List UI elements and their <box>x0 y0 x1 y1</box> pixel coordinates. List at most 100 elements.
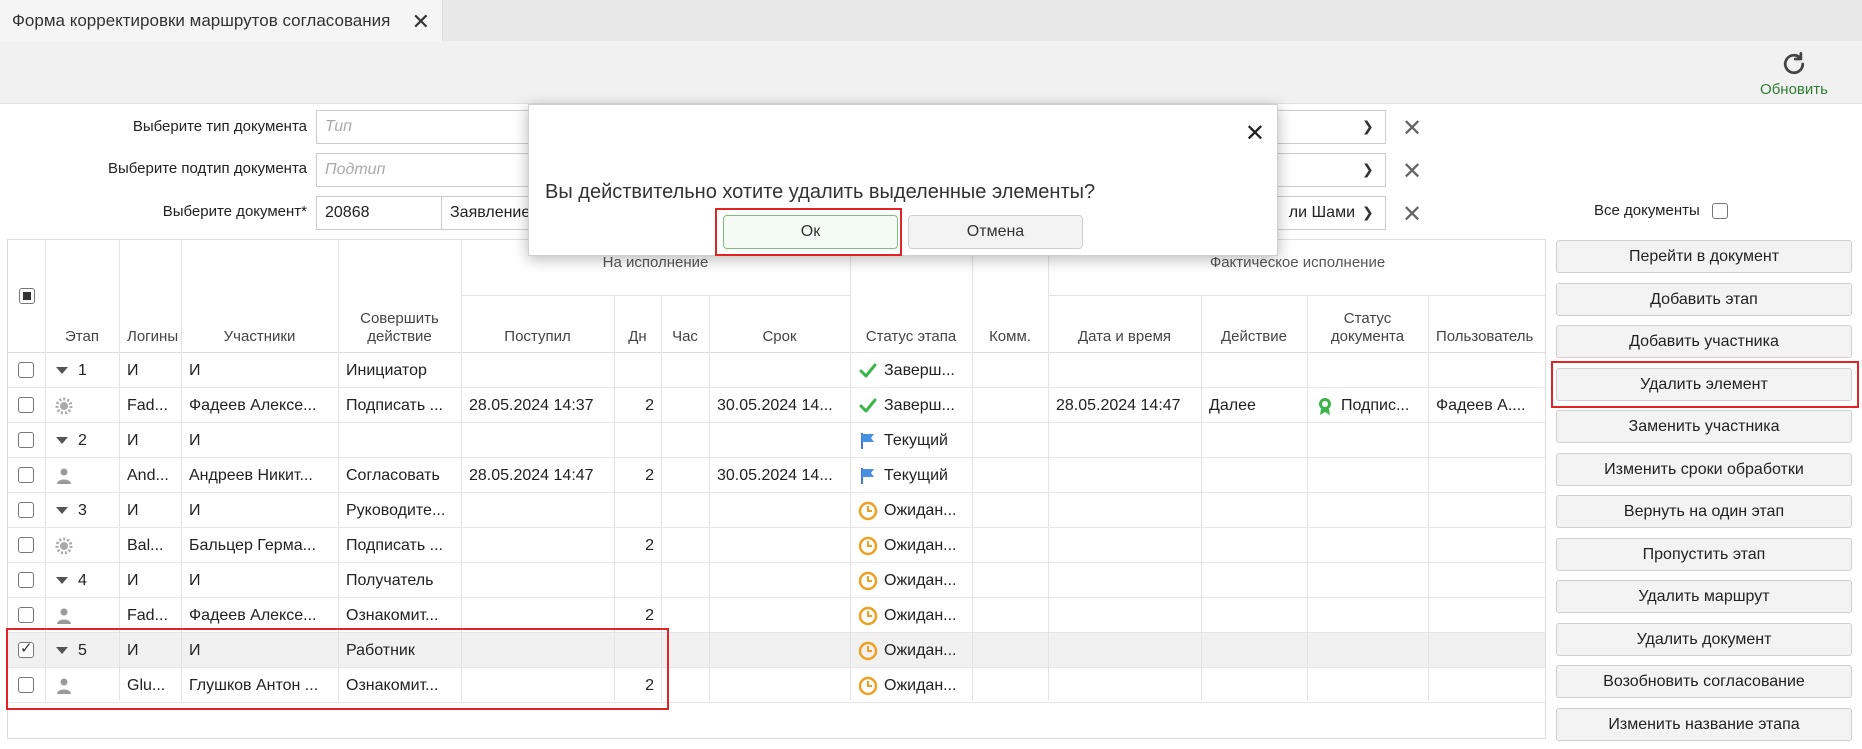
header-hours[interactable]: Час <box>661 295 709 352</box>
login-cell: И <box>127 641 139 659</box>
subtype-input[interactable]: Подтип <box>316 153 531 187</box>
header-deadline[interactable]: Срок <box>709 295 850 352</box>
stage-cell[interactable]: 2 <box>56 423 118 458</box>
row-checkbox[interactable] <box>18 432 34 448</box>
chevron-down-icon[interactable]: ❯ <box>1362 118 1374 135</box>
chevron-down-icon[interactable]: ❯ <box>1362 204 1374 221</box>
participant-cell: Фадеев Алексе... <box>189 606 317 624</box>
clock-icon <box>858 641 878 661</box>
stage-number: 3 <box>78 501 87 519</box>
row-checkbox[interactable] <box>18 639 34 658</box>
document-number-input[interactable]: 20868 <box>316 196 442 230</box>
action-button[interactable]: Добавить этап <box>1556 283 1852 316</box>
row-checkbox[interactable] <box>18 607 34 623</box>
collapse-triangle-icon[interactable] <box>56 437 68 444</box>
stage-status-cell: Ожидан... <box>858 668 970 703</box>
header-participants[interactable]: Участники <box>181 240 338 352</box>
row-checkbox[interactable] <box>18 362 34 378</box>
stage-number: 2 <box>78 431 87 449</box>
action-button[interactable]: Изменить сроки обработки <box>1556 453 1852 486</box>
toolbar: Обновить <box>0 41 1862 104</box>
row-checkbox[interactable] <box>18 537 34 553</box>
stage-number: 1 <box>78 361 87 379</box>
header-act[interactable]: Действие <box>1201 295 1307 352</box>
stage-cell[interactable]: 3 <box>56 493 118 528</box>
clear-type-icon[interactable]: ✕ <box>1402 114 1422 143</box>
participant-cell: Фадеев Алексе... <box>189 396 317 414</box>
table-row[interactable]: And... Андреев Никит... Согласовать 28.05.2… <box>8 458 1545 493</box>
tab-title: Форма корректировки маршрутов согласован… <box>12 10 391 30</box>
table-row[interactable]: Bal... Бальцер Герма... Подписать ... 2 Ожид… <box>8 528 1545 563</box>
refresh-label: Обновить <box>1760 81 1828 98</box>
action-button[interactable]: Заменить участника <box>1556 410 1852 443</box>
act-cell <box>1209 458 1305 493</box>
refresh-button[interactable]: Обновить <box>1756 49 1832 98</box>
header-user[interactable]: Пользователь <box>1428 295 1545 352</box>
action-button[interactable]: Добавить участника <box>1556 325 1852 358</box>
header-stage-status[interactable]: Статус этапа <box>850 240 972 352</box>
header-comment[interactable]: Комм. <box>972 240 1048 352</box>
document-name-input[interactable]: Заявление <box>441 196 531 230</box>
row-checkbox[interactable] <box>18 502 34 518</box>
type-input[interactable]: Тип <box>316 110 531 144</box>
deadline-cell <box>717 633 848 668</box>
table-row[interactable]: 1 И И Инициатор Заверш... <box>8 353 1545 388</box>
table-row[interactable]: 3 И И Руководите... Ожидан... <box>8 493 1545 528</box>
ok-button[interactable]: Ок <box>723 215 898 249</box>
action-button[interactable]: Пропустить этап <box>1556 538 1852 571</box>
act-cell <box>1209 633 1305 668</box>
flag-icon <box>858 466 878 486</box>
check-icon <box>858 361 878 381</box>
action-button[interactable]: Удалить элемент <box>1556 368 1852 401</box>
action-button[interactable]: Возобновить согласование <box>1556 665 1852 698</box>
received-cell <box>469 493 612 528</box>
all-documents-checkbox[interactable] <box>1711 202 1728 219</box>
collapse-triangle-icon[interactable] <box>56 577 68 584</box>
action-button[interactable]: Вернуть на один этап <box>1556 495 1852 528</box>
action-button[interactable]: Перейти в документ <box>1556 240 1852 273</box>
row-checkbox[interactable] <box>18 677 34 693</box>
chevron-down-icon[interactable]: ❯ <box>1362 161 1374 178</box>
action-cell: Работник <box>346 641 415 659</box>
collapse-triangle-icon[interactable] <box>56 507 68 514</box>
header-doc-status[interactable]: Статус документа <box>1307 295 1428 352</box>
header-days[interactable]: Дн <box>614 295 661 352</box>
action-button[interactable]: Изменить название этапа <box>1556 708 1852 741</box>
collapse-triangle-icon[interactable] <box>56 367 68 374</box>
header-login[interactable]: Логины <box>119 240 181 352</box>
row-checkbox[interactable] <box>18 397 34 413</box>
table-row[interactable]: 5 И И Работник Ожидан... <box>8 633 1545 668</box>
header-stage[interactable]: Этап <box>45 240 119 352</box>
header-action[interactable]: Совершить действие <box>338 240 461 352</box>
header-datetime[interactable]: Дата и время <box>1048 295 1201 352</box>
act-cell <box>1209 493 1305 528</box>
table-row[interactable]: Fad... Фадеев Алексе... Подписать ... 28.05… <box>8 388 1545 423</box>
tab-route-correction-form[interactable]: Форма корректировки маршрутов согласован… <box>0 0 443 41</box>
deadline-cell <box>717 598 848 633</box>
stage-cell[interactable]: 4 <box>56 563 118 598</box>
action-cell: Согласовать <box>346 466 440 484</box>
stage-cell[interactable]: 1 <box>56 353 118 388</box>
login-cell: И <box>127 501 139 519</box>
participant-cell: И <box>189 501 201 519</box>
row-checkbox[interactable] <box>18 467 34 483</box>
row-checkbox[interactable] <box>18 572 34 588</box>
document-select-value: ли Шами <box>1288 204 1355 221</box>
action-button[interactable]: Удалить документ <box>1556 623 1852 656</box>
tab-close-icon[interactable]: ✕ <box>412 9 430 35</box>
dialog-close-icon[interactable]: ✕ <box>1245 119 1265 148</box>
clear-document-icon[interactable]: ✕ <box>1402 200 1422 229</box>
clock-icon <box>858 536 878 556</box>
table-row[interactable]: 4 И И Получатель Ожидан... <box>8 563 1545 598</box>
stage-cell[interactable]: 5 <box>56 633 118 668</box>
days-cell <box>614 493 654 528</box>
table-row[interactable]: Fad... Фадеев Алексе... Ознакомит... 2 Ожида… <box>8 598 1545 633</box>
table-row[interactable]: 2 И И Текущий <box>8 423 1545 458</box>
clear-subtype-icon[interactable]: ✕ <box>1402 157 1422 186</box>
select-all-checkbox[interactable] <box>19 288 35 304</box>
collapse-triangle-icon[interactable] <box>56 647 68 654</box>
action-button[interactable]: Удалить маршрут <box>1556 580 1852 613</box>
cancel-button[interactable]: Отмена <box>908 215 1083 249</box>
header-received[interactable]: Поступил <box>461 295 614 352</box>
table-row[interactable]: Glu... Глушков Антон ... Ознакомит... 2 Ожид… <box>8 668 1545 703</box>
